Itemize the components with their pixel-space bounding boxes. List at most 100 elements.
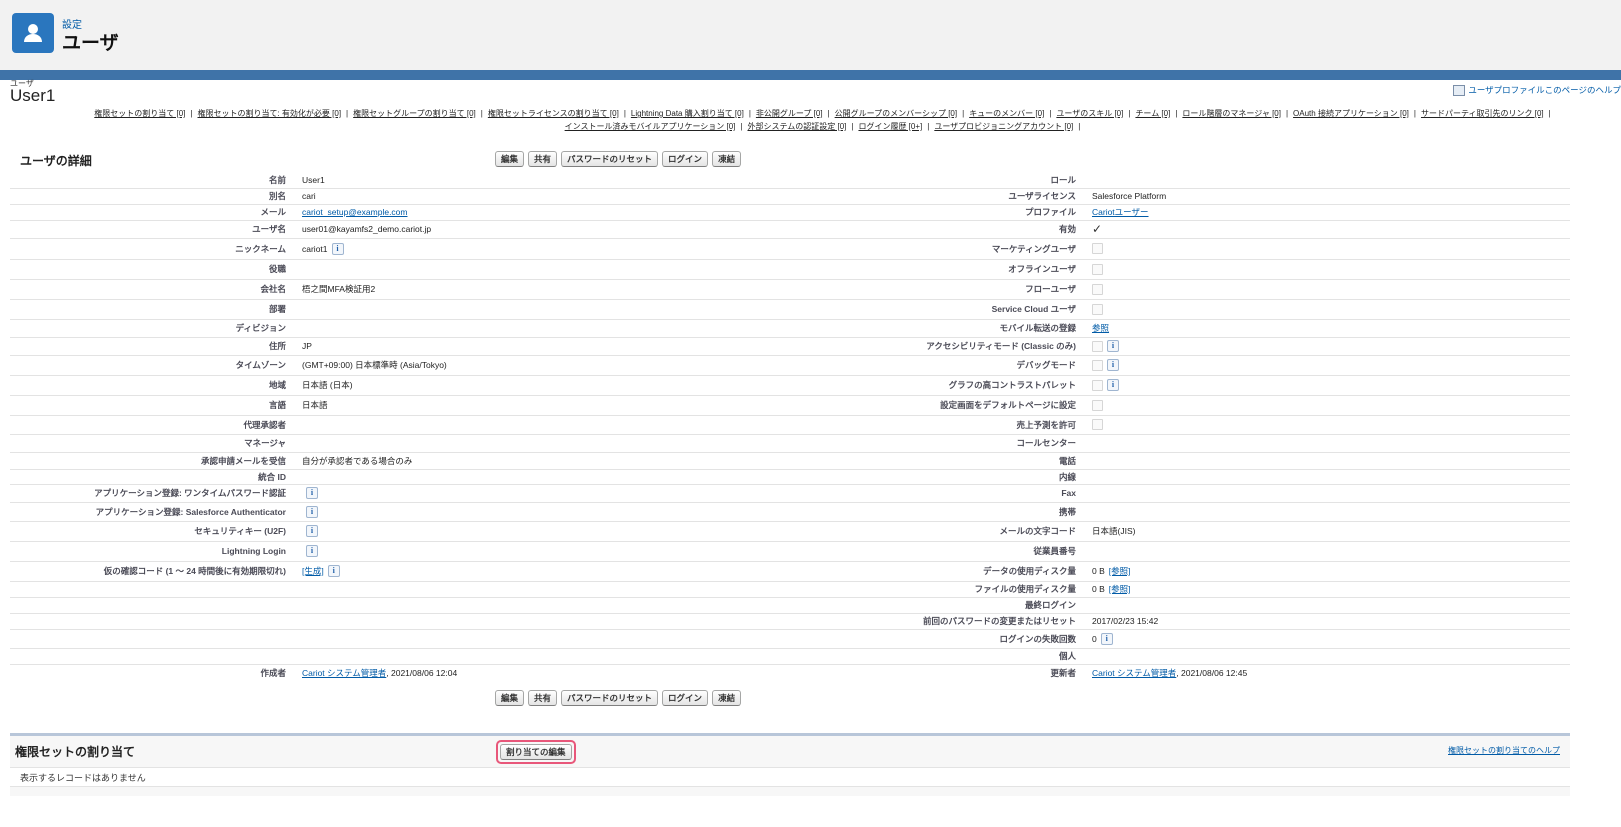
created-date: , 2021/08/06 12:04 xyxy=(386,668,458,678)
field-value-text: JP xyxy=(302,341,312,351)
link-separator: | xyxy=(851,122,854,131)
field-value xyxy=(302,299,782,319)
modified-by-value: Cariot システム管理者, 2021/08/06 12:45 xyxy=(1092,664,1247,682)
related-list-link[interactable]: OAuth 接続アプリケーション [0] xyxy=(1293,109,1409,118)
permission-set-section: 権限セットの割り当て 割り当ての編集 権限セットの割り当てのヘルプ 表示するレコ… xyxy=(10,733,1570,796)
modified-by-label: 更新者 xyxy=(1050,668,1076,678)
field-label: 代理承認者 xyxy=(243,419,286,430)
view-link[interactable]: [参照] xyxy=(1109,583,1131,595)
info-icon[interactable]: i xyxy=(1107,340,1119,352)
related-list-link[interactable]: ロール階層のマネージャ [0] xyxy=(1182,109,1281,118)
related-list-link[interactable]: キューのメンバー [0] xyxy=(969,109,1044,118)
link-separator: | xyxy=(346,109,349,118)
field-value: user01@kayamfs2_demo.cariot.jp xyxy=(302,220,782,238)
related-list-link[interactable]: サードパーティ取引先のリンク [0] xyxy=(1421,109,1544,118)
link-separator: | xyxy=(1413,109,1416,118)
field-label: グラフの高コントラストパレット xyxy=(948,380,1076,390)
related-list-link[interactable]: 権限セットの割り当て [0] xyxy=(94,109,185,118)
checkbox xyxy=(1092,263,1103,275)
edit-button[interactable]: 編集 xyxy=(495,690,525,706)
permission-set-help-link[interactable]: 権限セットの割り当てのヘルプ xyxy=(1448,745,1560,756)
field-label: 地域 xyxy=(268,380,286,390)
related-list-link[interactable]: ログイン履歴 [0+] xyxy=(858,122,922,131)
login-button[interactable]: ログイン xyxy=(662,690,709,706)
checkbox xyxy=(1092,399,1103,411)
field-label: データの使用ディスク量 xyxy=(983,566,1076,576)
field-value-text: (GMT+09:00) 日本標準時 (Asia/Tokyo) xyxy=(302,360,447,370)
related-list-link[interactable]: Lightning Data 購入割り当て [0] xyxy=(631,109,744,118)
field-value: cariot_setup@example.com xyxy=(302,204,782,220)
field-label: 最終ログイン xyxy=(1024,600,1076,610)
related-list-link[interactable]: 公開グループのメンバーシップ [0] xyxy=(835,109,957,118)
related-list-link[interactable]: チーム [0] xyxy=(1135,109,1170,118)
field-value: 梧之間MFA検証用2 xyxy=(302,279,782,299)
edit-assignments-button[interactable]: 割り当ての編集 xyxy=(500,744,572,760)
link-separator: | xyxy=(962,109,965,118)
link-separator: | xyxy=(480,109,483,118)
help-page-icon xyxy=(1453,84,1466,96)
related-list-link[interactable]: 非公開グループ [0] xyxy=(756,109,823,118)
view-link[interactable]: [参照] xyxy=(1109,565,1131,577)
field-label: 従業員番号 xyxy=(1033,546,1076,556)
related-list-link[interactable]: 権限セットの割り当て: 有効化が必要 [0] xyxy=(197,109,341,118)
info-icon[interactable]: i xyxy=(1107,379,1119,391)
field-label: 部署 xyxy=(268,304,286,314)
related-list-link[interactable]: 権限セットライセンスの割り当て [0] xyxy=(488,109,619,118)
info-icon[interactable]: i xyxy=(331,242,344,255)
info-icon[interactable]: i xyxy=(1100,632,1113,645)
field-label: セキュリティキー (U2F) xyxy=(194,526,286,536)
help-link-label[interactable]: ユーザプロファイルこのページのヘルプ xyxy=(1468,84,1621,96)
related-list-link[interactable]: 外部システムの認証設定 [0] xyxy=(747,122,846,131)
field-value: [生成] i xyxy=(302,561,782,581)
share-button[interactable]: 共有 xyxy=(528,690,558,706)
reset-password-button[interactable]: パスワードのリセット xyxy=(561,690,659,706)
info-icon[interactable]: i xyxy=(306,487,318,499)
freeze-button[interactable]: 凍結 xyxy=(712,690,742,706)
field-label: ユーザ名 xyxy=(252,224,286,234)
modified-by-link[interactable]: Cariot システム管理者 xyxy=(1092,667,1176,679)
field-value: 参照 xyxy=(1092,319,1109,337)
field-value-text: 日本語(JIS) xyxy=(1092,526,1136,536)
field-value: i xyxy=(1092,375,1119,395)
edit-button[interactable]: 編集 xyxy=(495,151,525,167)
detail-row: ログインの失敗回数 0 i xyxy=(10,629,1570,649)
share-button[interactable]: 共有 xyxy=(528,151,558,167)
link-separator: | xyxy=(1548,109,1551,118)
info-icon[interactable]: i xyxy=(306,545,318,557)
field-label: アプリケーション登録: ワンタイムパスワード認証 xyxy=(94,488,286,498)
field-label: タイムゾーン xyxy=(235,360,286,370)
field-label: フローユーザ xyxy=(1025,284,1076,294)
field-value-link[interactable]: cariot_setup@example.com xyxy=(302,207,407,217)
field-value-link[interactable]: Cariotユーザー xyxy=(1092,206,1149,218)
field-value-text: Salesforce Platform xyxy=(1092,191,1167,201)
detail-row: 個人 xyxy=(10,648,1570,665)
help-link[interactable]: ユーザプロファイルこのページのヘルプ xyxy=(1453,84,1621,96)
field-value: ✓ xyxy=(1092,220,1102,238)
field-value: 日本語 (日本) xyxy=(302,375,782,395)
info-icon[interactable]: i xyxy=(306,505,318,518)
field-label: デバッグモード xyxy=(1016,360,1076,370)
field-value-link[interactable]: 参照 xyxy=(1092,322,1109,334)
empty-message: 表示するレコードはありません xyxy=(10,767,1570,787)
field-label: コールセンター xyxy=(1016,438,1076,448)
field-value: 0i xyxy=(1092,629,1113,648)
header-band xyxy=(0,70,1621,80)
created-by-link[interactable]: Cariot システム管理者 xyxy=(302,667,386,679)
related-list-link[interactable]: ユーザのスキル [0] xyxy=(1056,109,1123,118)
related-list-link[interactable]: ユーザプロビジョニングアカウント [0] xyxy=(934,122,1073,131)
checkbox xyxy=(1092,419,1103,430)
info-icon[interactable]: i xyxy=(1107,359,1119,371)
field-value xyxy=(1092,415,1103,434)
related-list-link[interactable]: 権限セットグループの割り当て [0] xyxy=(353,109,476,118)
detail-section-title: ユーザの詳細 xyxy=(20,154,92,168)
freeze-button[interactable]: 凍結 xyxy=(712,151,742,167)
login-button[interactable]: ログイン xyxy=(662,151,709,167)
field-value-link[interactable]: [生成] xyxy=(302,565,324,577)
link-separator: | xyxy=(1049,109,1052,118)
related-list-link[interactable]: インストール済みモバイルアプリケーション [0] xyxy=(565,122,736,131)
link-separator: | xyxy=(927,122,930,131)
info-icon[interactable]: i xyxy=(306,525,318,537)
reset-password-button[interactable]: パスワードのリセット xyxy=(561,151,659,167)
info-icon[interactable]: i xyxy=(327,565,340,577)
field-label: 名前 xyxy=(268,175,286,185)
